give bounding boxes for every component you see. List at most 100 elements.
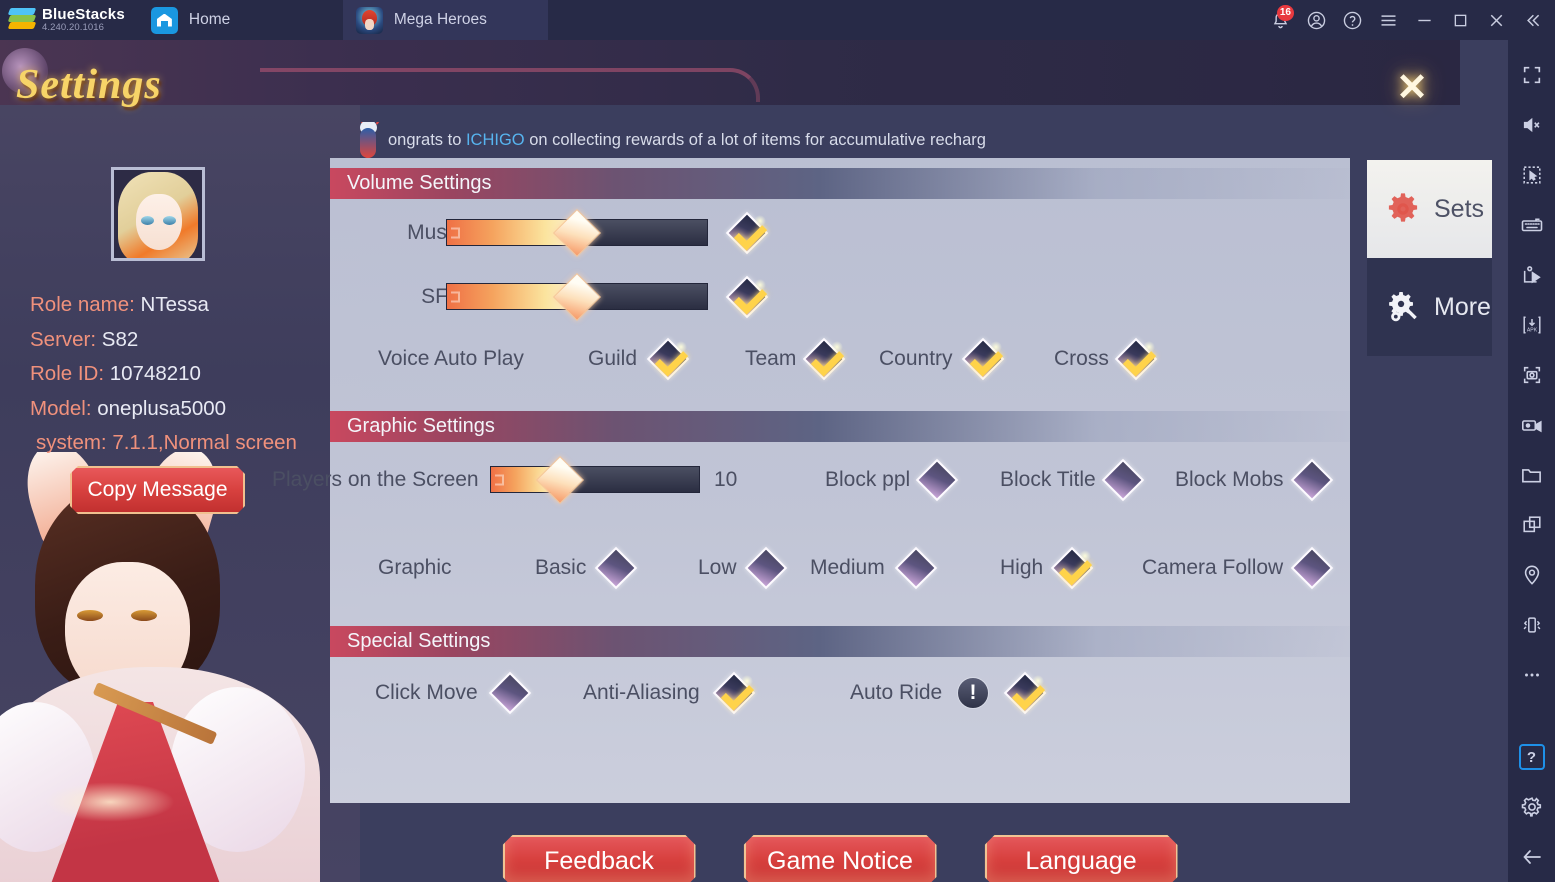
quality-low-checkbox[interactable]	[744, 546, 788, 590]
close-button[interactable]	[1479, 0, 1513, 40]
rail-tab-more[interactable]: More	[1367, 258, 1492, 356]
players-on-screen-slider[interactable]	[490, 455, 700, 504]
graphic-quality-row: Graphic Basic Low Medium High Camera Fol…	[330, 538, 1350, 626]
tab-mega-heroes[interactable]: Mega Heroes	[342, 0, 548, 40]
voice-cross-label: Cross	[1054, 347, 1109, 370]
voice-team-label: Team	[745, 347, 797, 370]
server-label: Server:	[30, 327, 102, 351]
brand-version: 4.240.20.1016	[42, 21, 105, 33]
settings-tab-rail: Sets More	[1367, 160, 1492, 356]
players-on-screen-row: Players on the Screen 10 Block ppl Block…	[272, 442, 1350, 538]
role-info-list: Role name: NTessa Server: S82 Role ID: 1…	[30, 288, 330, 461]
notifications-button[interactable]: 16	[1263, 0, 1297, 40]
mute-button[interactable]	[1508, 100, 1555, 150]
location-button[interactable]	[1508, 550, 1555, 600]
click-move-checkbox[interactable]	[488, 671, 532, 715]
block-title-checkbox[interactable]	[1101, 458, 1145, 502]
rail-tab-more-label: More	[1434, 292, 1491, 321]
cursor-select-button[interactable]	[1508, 150, 1555, 200]
record-video-button[interactable]	[1508, 400, 1555, 450]
collapse-button[interactable]	[1515, 0, 1549, 40]
close-settings-button[interactable]: ✕	[1396, 69, 1428, 107]
gear-wrench-icon	[1389, 292, 1417, 322]
voice-auto-play-row: Voice Auto Play Guild Team Country Cross	[330, 329, 1350, 411]
role-id-row: Role ID: 10748210	[30, 357, 330, 392]
auto-ride-info-icon[interactable]: !	[957, 677, 989, 709]
multi-instance-button[interactable]	[1508, 500, 1555, 550]
announcement-icon	[348, 122, 394, 158]
system-row: system: 7.1.1,Normal screen	[36, 431, 297, 454]
broadcast-notice[interactable]: ongrats to ICHIGO on collecting rewards …	[330, 122, 1450, 158]
players-on-screen-value: 10	[714, 468, 738, 491]
voice-team-checkbox[interactable]	[802, 337, 846, 381]
model-value: oneplusa5000	[97, 396, 227, 420]
anti-aliasing-label: Anti-Aliasing	[583, 681, 700, 704]
role-name-value: NTessa	[140, 293, 209, 316]
footer-buttons: Feedback Game Notice Language	[330, 830, 1350, 882]
menu-button[interactable]	[1371, 0, 1405, 40]
camera-follow-label: Camera Follow	[1142, 556, 1284, 579]
special-section-header: Special Settings	[330, 626, 1350, 657]
notice-prefix: ongrats to	[388, 130, 466, 149]
svg-text:APK: APK	[1526, 327, 1537, 333]
graphic-quality-label: Graphic	[378, 556, 452, 579]
settings-window: Settings ✕ ongrats to ICHIGO on collecti…	[0, 40, 1492, 882]
music-toggle-checkbox[interactable]	[725, 211, 769, 255]
voice-country-checkbox[interactable]	[961, 337, 1005, 381]
quality-basic-checkbox[interactable]	[594, 546, 638, 590]
role-name-label: Role name:	[30, 293, 141, 316]
auto-ride-label: Auto Ride	[850, 681, 943, 704]
back-button[interactable]	[1508, 832, 1555, 882]
tab-home[interactable]: Home	[138, 0, 343, 40]
copy-message-button[interactable]: Copy Message	[70, 466, 245, 514]
quality-high-checkbox[interactable]	[1050, 546, 1094, 590]
feedback-button[interactable]: Feedback	[503, 835, 696, 882]
camera-follow-checkbox[interactable]	[1290, 546, 1334, 590]
help-button[interactable]	[1335, 0, 1369, 40]
voice-guild-checkbox[interactable]	[646, 337, 690, 381]
game-viewport: Settings ✕ ongrats to ICHIGO on collecti…	[0, 40, 1508, 882]
anti-aliasing-checkbox[interactable]	[712, 671, 756, 715]
macro-play-button[interactable]	[1508, 250, 1555, 300]
graphic-section-header: Graphic Settings	[330, 411, 1350, 442]
title-bar: BlueStacks 4.240.20.1016 Home Mega Heroe…	[0, 0, 1555, 40]
notice-player-name: ICHIGO	[465, 130, 525, 149]
avatar[interactable]	[111, 167, 205, 261]
block-ppl-checkbox[interactable]	[915, 458, 959, 502]
bluestacks-toolbar: APK ?	[1508, 40, 1555, 882]
language-button[interactable]: Language	[985, 835, 1178, 882]
auto-ride-checkbox[interactable]	[1003, 671, 1047, 715]
keyboard-controls-button[interactable]	[1508, 200, 1555, 250]
voice-country-label: Country	[879, 347, 953, 370]
fullscreen-button[interactable]	[1508, 50, 1555, 100]
sfx-toggle-checkbox[interactable]	[725, 275, 769, 319]
screenshot-button[interactable]	[1508, 350, 1555, 400]
rail-tab-sets[interactable]: Sets	[1367, 160, 1492, 258]
minimize-button[interactable]	[1407, 0, 1441, 40]
voice-guild-label: Guild	[588, 347, 638, 370]
players-on-screen-label: Players on the Screen	[272, 468, 479, 491]
help-icon: ?	[1518, 744, 1545, 770]
quality-medium-checkbox[interactable]	[894, 546, 938, 590]
voice-auto-play-label: Voice Auto Play	[378, 347, 524, 370]
more-options-button[interactable]	[1508, 650, 1555, 700]
game-notice-button[interactable]: Game Notice	[744, 835, 937, 882]
account-button[interactable]	[1299, 0, 1333, 40]
maximize-button[interactable]	[1443, 0, 1477, 40]
server-value: S82	[101, 327, 139, 351]
music-slider[interactable]	[446, 208, 708, 257]
role-id-label: Role ID:	[30, 362, 110, 385]
bluestacks-stack-icon	[7, 8, 37, 32]
folder-button[interactable]	[1508, 450, 1555, 500]
toolbar-help-button[interactable]: ?	[1508, 732, 1555, 782]
shake-button[interactable]	[1508, 600, 1555, 650]
apk-install-button[interactable]: APK	[1508, 300, 1555, 350]
block-mobs-checkbox[interactable]	[1290, 458, 1334, 502]
model-label: Model:	[30, 396, 98, 420]
bluestacks-logo: BlueStacks 4.240.20.1016	[0, 0, 138, 40]
voice-cross-checkbox[interactable]	[1114, 337, 1158, 381]
toolbar-settings-button[interactable]	[1508, 782, 1555, 832]
tab-home-label: Home	[188, 11, 231, 28]
sfx-row: SFX	[330, 265, 1350, 329]
sfx-slider[interactable]	[446, 272, 708, 321]
